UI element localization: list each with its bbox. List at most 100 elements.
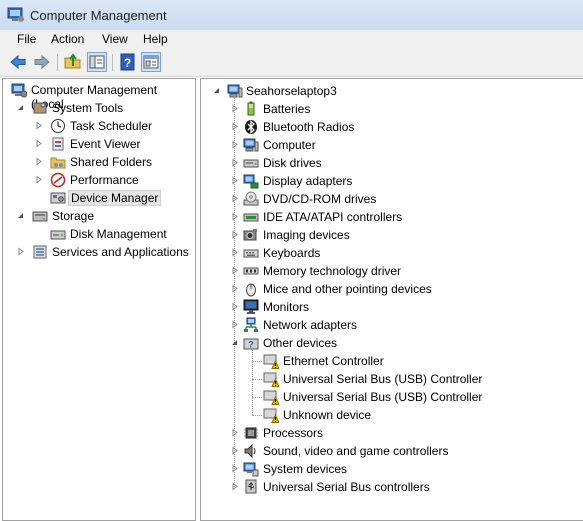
expand-arrow-icon[interactable] <box>230 194 239 203</box>
svg-text:?: ? <box>124 56 131 70</box>
expand-arrow-icon[interactable] <box>34 175 43 184</box>
tree-item-system-tools[interactable]: System Tools <box>50 101 125 115</box>
window-title: Computer Management <box>30 8 167 23</box>
expand-arrow-icon[interactable] <box>230 320 239 329</box>
expand-arrow-icon[interactable] <box>16 247 25 256</box>
device-category-disk-drives[interactable]: Disk drives <box>261 156 324 170</box>
toolbar-separator <box>57 54 58 71</box>
device-category-computer[interactable]: Computer <box>261 138 318 152</box>
expand-arrow-icon[interactable] <box>230 464 239 473</box>
device-category-bluetooth-radios[interactable]: Bluetooth Radios <box>261 120 356 134</box>
device-category-ide-ata-atapi-controllers[interactable]: IDE ATA/ATAPI controllers <box>261 210 404 224</box>
computer-management-icon <box>11 83 27 98</box>
up-folder-icon[interactable] <box>64 53 82 71</box>
battery-icon <box>247 101 255 116</box>
device-category-memory-technology-driver[interactable]: Memory technology driver <box>261 264 403 278</box>
expand-arrow-icon[interactable] <box>230 248 239 257</box>
tree-connector-line <box>252 397 262 398</box>
device-category-batteries[interactable]: Batteries <box>261 102 312 116</box>
expand-arrow-icon[interactable] <box>34 121 43 130</box>
system-tools-icon <box>33 102 47 114</box>
console-tree-pane[interactable]: Computer Management (Local System Tools Ta… <box>2 78 196 521</box>
menu-action[interactable]: Action <box>51 32 84 46</box>
expand-arrow-icon[interactable] <box>230 104 239 113</box>
device-category-sound-video-and-game-controllers[interactable]: Sound, video and game controllers <box>261 444 450 458</box>
usb-icon <box>245 479 257 494</box>
device-category-monitors[interactable]: Monitors <box>261 300 311 314</box>
disk-drive-icon <box>243 159 259 168</box>
device-category-processors[interactable]: Processors <box>261 426 325 440</box>
tree-connector-line <box>252 415 262 416</box>
expand-arrow-icon[interactable] <box>34 157 43 166</box>
expand-arrow-icon[interactable] <box>230 158 239 167</box>
collapse-arrow-icon[interactable] <box>16 211 25 220</box>
device-category-imaging-devices[interactable]: Imaging devices <box>261 228 352 242</box>
device-tree-pane[interactable]: Seahorselaptop3 Batteries Bluetooth Radios… <box>200 78 583 521</box>
device-category-other-devices[interactable]: Other devices <box>261 336 339 350</box>
expand-arrow-icon[interactable] <box>230 482 239 491</box>
forward-icon[interactable] <box>33 53 51 71</box>
tree-item-task-scheduler[interactable]: Task Scheduler <box>68 119 154 133</box>
device-category-network-adapters[interactable]: Network adapters <box>261 318 359 332</box>
device-category-mice-and-other-pointing-devices[interactable]: Mice and other pointing devices <box>261 282 434 296</box>
tree-item-event-viewer[interactable]: Event Viewer <box>68 137 142 151</box>
warning-device-icon <box>263 372 279 387</box>
menu-help[interactable]: Help <box>143 32 168 46</box>
help-icon[interactable]: ? <box>119 53 137 71</box>
device-item-ethernet-controller[interactable]: Ethernet Controller <box>281 354 386 368</box>
expand-arrow-icon[interactable] <box>230 302 239 311</box>
warning-device-icon <box>263 354 279 369</box>
network-icon <box>244 317 258 332</box>
expand-arrow-icon[interactable] <box>230 212 239 221</box>
show-hide-console-tree-icon[interactable] <box>87 52 107 72</box>
warning-device-icon <box>263 390 279 405</box>
expand-arrow-icon[interactable] <box>230 140 239 149</box>
performance-icon <box>50 172 66 188</box>
expand-arrow-icon[interactable] <box>230 284 239 293</box>
device-category-display-adapters[interactable]: Display adapters <box>261 174 354 188</box>
tree-item-storage[interactable]: Storage <box>50 209 96 223</box>
title-bar: Computer Management <box>0 0 583 31</box>
expand-arrow-icon[interactable] <box>34 139 43 148</box>
speaker-icon <box>244 443 256 459</box>
services-icon <box>33 245 47 259</box>
expand-arrow-icon[interactable] <box>230 122 239 131</box>
monitor-icon <box>243 299 259 314</box>
expand-arrow-icon[interactable] <box>230 230 239 239</box>
tree-item-disk-management[interactable]: Disk Management <box>68 227 169 241</box>
device-item-universal-serial-bus-usb-controller[interactable]: Universal Serial Bus (USB) Controller <box>281 390 484 404</box>
expand-arrow-icon[interactable] <box>230 176 239 185</box>
computer-management-app-icon <box>7 7 24 22</box>
properties-icon[interactable] <box>141 52 161 72</box>
collapse-arrow-icon[interactable] <box>16 103 25 112</box>
tree-item-shared-folders[interactable]: Shared Folders <box>68 155 154 169</box>
camera-icon <box>243 229 257 241</box>
device-item-unknown-device[interactable]: Unknown device <box>281 408 373 422</box>
device-category-keyboards[interactable]: Keyboards <box>261 246 322 260</box>
tree-item-services-and-applications[interactable]: Services and Applications <box>50 245 191 259</box>
expand-arrow-icon[interactable] <box>230 446 239 455</box>
device-manager-icon <box>50 192 66 204</box>
mouse-icon <box>246 283 256 297</box>
back-icon[interactable] <box>9 53 27 71</box>
tree-connector-line <box>252 349 253 415</box>
device-category-universal-serial-bus-controllers[interactable]: Universal Serial Bus controllers <box>261 480 432 494</box>
computer-icon <box>243 138 259 152</box>
collapse-arrow-icon[interactable] <box>212 86 221 95</box>
menu-view[interactable]: View <box>102 32 128 46</box>
tree-item-device-manager[interactable]: Device Manager <box>68 190 162 206</box>
processor-icon <box>244 427 258 439</box>
device-category-dvd-cd-rom-drives[interactable]: DVD/CD-ROM drives <box>261 192 378 206</box>
device-item-universal-serial-bus-usb-controller[interactable]: Universal Serial Bus (USB) Controller <box>281 372 484 386</box>
collapse-arrow-icon[interactable] <box>230 338 239 347</box>
expand-arrow-icon[interactable] <box>230 428 239 437</box>
device-category-system-devices[interactable]: System devices <box>261 462 349 476</box>
menu-file[interactable]: File <box>17 32 36 46</box>
toolbar: ? <box>0 49 583 77</box>
expand-arrow-icon[interactable] <box>230 266 239 275</box>
device-tree-root[interactable]: Seahorselaptop3 <box>244 84 339 98</box>
disk-management-icon <box>50 230 66 240</box>
warning-device-icon <box>263 408 279 423</box>
tree-item-performance[interactable]: Performance <box>68 173 141 187</box>
toolbar-separator <box>112 54 113 71</box>
